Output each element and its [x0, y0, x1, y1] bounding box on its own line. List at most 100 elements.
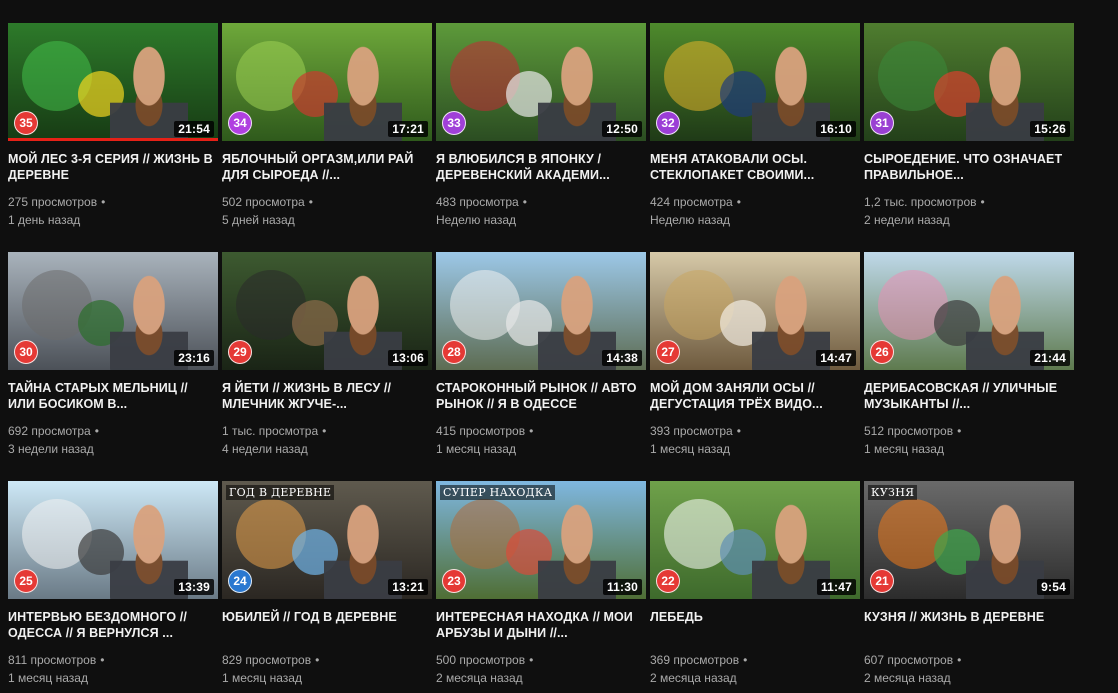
video-duration: 14:38	[602, 350, 642, 366]
video-meta: ДЕРИБАСОВСКАЯ // УЛИЧНЫЕ МУЗЫКАНТЫ //...…	[864, 370, 1074, 458]
separator-dot: •	[308, 195, 313, 209]
video-thumbnail[interactable]: 32 16:10	[650, 23, 860, 141]
video-thumbnail[interactable]: 29 13:06	[222, 252, 432, 370]
video-card[interactable]: 28 14:38 СТАРОКОННЫЙ РЫНОК // АВТО РЫНОК…	[436, 252, 646, 481]
video-card[interactable]: 34 17:21 ЯБЛОЧНЫЙ ОРГАЗМ,ИЛИ РАЙ ДЛЯ СЫР…	[222, 23, 432, 252]
view-count: 483 просмотра	[436, 195, 519, 209]
separator-dot: •	[101, 195, 106, 209]
separator-dot: •	[980, 195, 985, 209]
video-thumbnail[interactable]: КУЗНЯ 21 9:54	[864, 481, 1074, 599]
episode-number-badge: 24	[228, 569, 252, 593]
episode-number-badge: 22	[656, 569, 680, 593]
episode-number-badge: 26	[870, 340, 894, 364]
video-thumbnail[interactable]: 34 17:21	[222, 23, 432, 141]
video-title[interactable]: КУЗНЯ // ЖИЗНЬ В ДЕРЕВНЕ	[864, 609, 1074, 641]
view-count: 415 просмотров	[436, 424, 526, 438]
video-card[interactable]: 25 13:39 ИНТЕРВЬЮ БЕЗДОМНОГО // ОДЕССА /…	[8, 481, 218, 693]
view-count: 502 просмотра	[222, 195, 305, 209]
view-count: 393 просмотра	[650, 424, 733, 438]
video-title[interactable]: МЕНЯ АТАКОВАЛИ ОСЫ. СТЕКЛОПАКЕТ СВОИМИ..…	[650, 151, 860, 183]
video-title[interactable]: ТАЙНА СТАРЫХ МЕЛЬНИЦ // ИЛИ БОСИКОМ В...	[8, 380, 218, 412]
video-card[interactable]: 27 14:47 МОЙ ДОМ ЗАНЯЛИ ОСЫ // ДЕГУСТАЦИ…	[650, 252, 860, 481]
video-duration: 21:44	[1030, 350, 1070, 366]
video-thumbnail[interactable]: ГОД В ДЕРЕВНЕ 24 13:21	[222, 481, 432, 599]
video-duration: 13:21	[388, 579, 428, 595]
video-meta: ЯБЛОЧНЫЙ ОРГАЗМ,ИЛИ РАЙ ДЛЯ СЫРОЕДА //..…	[222, 141, 432, 229]
video-meta: ЛЕБЕДЬ 369 просмотров • 2 месяца назад	[650, 599, 860, 687]
video-duration: 11:30	[602, 579, 642, 595]
video-thumbnail[interactable]: 25 13:39	[8, 481, 218, 599]
video-meta: СЫРОЕДЕНИЕ. ЧТО ОЗНАЧАЕТ ПРАВИЛЬНОЕ... 1…	[864, 141, 1074, 229]
separator-dot: •	[957, 653, 962, 667]
video-card[interactable]: 35 21:54 МОЙ ЛЕС 3-я СЕРИЯ // ЖИЗНЬ В ДЕ…	[8, 23, 218, 252]
video-card[interactable]: 30 23:16 ТАЙНА СТАРЫХ МЕЛЬНИЦ // ИЛИ БОС…	[8, 252, 218, 481]
upload-age: 5 дней назад	[222, 213, 295, 227]
video-card[interactable]: 32 16:10 МЕНЯ АТАКОВАЛИ ОСЫ. СТЕКЛОПАКЕТ…	[650, 23, 860, 252]
video-thumbnail[interactable]: 26 21:44	[864, 252, 1074, 370]
view-count: 1,2 тыс. просмотров	[864, 195, 977, 209]
episode-number-badge: 21	[870, 569, 894, 593]
video-thumbnail[interactable]: 27 14:47	[650, 252, 860, 370]
upload-age: 2 месяца назад	[864, 671, 951, 685]
video-stats: 483 просмотра • Неделю назад	[436, 193, 646, 229]
video-card[interactable]: 29 13:06 Я ЙЕТИ // ЖИЗНЬ В ЛЕСУ // МЛЕЧН…	[222, 252, 432, 481]
video-card[interactable]: ГОД В ДЕРЕВНЕ 24 13:21 ЮБИЛЕЙ // ГОД В Д…	[222, 481, 432, 693]
video-duration: 13:39	[174, 579, 214, 595]
video-duration: 12:50	[602, 121, 642, 137]
video-stats: 502 просмотра • 5 дней назад	[222, 193, 432, 229]
video-stats: 829 просмотров • 1 месяц назад	[222, 651, 432, 687]
video-title[interactable]: СТАРОКОННЫЙ РЫНОК // АВТО РЫНОК // Я В О…	[436, 380, 646, 412]
thumbnail-caption: СУПЕР НАХОДКА	[440, 485, 556, 500]
video-thumbnail[interactable]: 30 23:16	[8, 252, 218, 370]
video-title[interactable]: ДЕРИБАСОВСКАЯ // УЛИЧНЫЕ МУЗЫКАНТЫ //...	[864, 380, 1074, 412]
video-stats: 512 просмотров • 1 месяц назад	[864, 422, 1074, 458]
video-title[interactable]: МОЙ ДОМ ЗАНЯЛИ ОСЫ // ДЕГУСТАЦИЯ ТРЁХ ВИ…	[650, 380, 860, 412]
video-thumbnail[interactable]: 28 14:38	[436, 252, 646, 370]
separator-dot: •	[957, 424, 962, 438]
upload-age: 2 месяца назад	[650, 671, 737, 685]
video-stats: 500 просмотров • 2 месяца назад	[436, 651, 646, 687]
video-stats: 607 просмотров • 2 месяца назад	[864, 651, 1074, 687]
video-title[interactable]: МОЙ ЛЕС 3-я СЕРИЯ // ЖИЗНЬ В ДЕРЕВНЕ	[8, 151, 218, 183]
episode-number-badge: 27	[656, 340, 680, 364]
episode-number-badge: 29	[228, 340, 252, 364]
separator-dot: •	[100, 653, 105, 667]
upload-age: 1 месяц назад	[436, 442, 516, 456]
episode-number-badge: 35	[14, 111, 38, 135]
video-card[interactable]: 31 15:26 СЫРОЕДЕНИЕ. ЧТО ОЗНАЧАЕТ ПРАВИЛ…	[864, 23, 1074, 252]
video-thumbnail[interactable]: 35 21:54	[8, 23, 218, 141]
video-thumbnail[interactable]: 22 11:47	[650, 481, 860, 599]
video-card[interactable]: 26 21:44 ДЕРИБАСОВСКАЯ // УЛИЧНЫЕ МУЗЫКА…	[864, 252, 1074, 481]
video-meta: КУЗНЯ // ЖИЗНЬ В ДЕРЕВНЕ 607 просмотров •…	[864, 599, 1074, 687]
video-title[interactable]: ИНТЕРВЬЮ БЕЗДОМНОГО // ОДЕССА // Я ВЕРНУ…	[8, 609, 218, 641]
video-title[interactable]: ЮБИЛЕЙ // ГОД В ДЕРЕВНЕ	[222, 609, 432, 641]
upload-age: 1 день назад	[8, 213, 81, 227]
video-thumbnail[interactable]: 31 15:26	[864, 23, 1074, 141]
video-duration: 16:10	[816, 121, 856, 137]
video-stats: 692 просмотра • 3 недели назад	[8, 422, 218, 458]
video-title[interactable]: СЫРОЕДЕНИЕ. ЧТО ОЗНАЧАЕТ ПРАВИЛЬНОЕ...	[864, 151, 1074, 183]
video-meta: ЮБИЛЕЙ // ГОД В ДЕРЕВНЕ 829 просмотров • …	[222, 599, 432, 687]
video-title[interactable]: ИНТЕРЕСНАЯ НАХОДКА // МОИ АРБУЗЫ И ДЫНИ …	[436, 609, 646, 641]
episode-number-badge: 32	[656, 111, 680, 135]
video-card[interactable]: КУЗНЯ 21 9:54 КУЗНЯ // ЖИЗНЬ В ДЕРЕВНЕ 6…	[864, 481, 1074, 693]
video-card[interactable]: СУПЕР НАХОДКА 23 11:30 ИНТЕРЕСНАЯ НАХОДК…	[436, 481, 646, 693]
video-card[interactable]: 33 12:50 Я ВЛЮБИЛСЯ В ЯПОНКУ / ДЕРЕВЕНСК…	[436, 23, 646, 252]
video-meta: ИНТЕРВЬЮ БЕЗДОМНОГО // ОДЕССА // Я ВЕРНУ…	[8, 599, 218, 687]
episode-number-badge: 28	[442, 340, 466, 364]
video-title[interactable]: Я ЙЕТИ // ЖИЗНЬ В ЛЕСУ // МЛЕЧНИК ЖГУЧЕ-…	[222, 380, 432, 412]
video-thumbnail[interactable]: 33 12:50	[436, 23, 646, 141]
video-meta: ТАЙНА СТАРЫХ МЕЛЬНИЦ // ИЛИ БОСИКОМ В...…	[8, 370, 218, 458]
separator-dot: •	[529, 653, 534, 667]
video-card[interactable]: 22 11:47 ЛЕБЕДЬ 369 просмотров • 2 месяца…	[650, 481, 860, 693]
video-title[interactable]: ЯБЛОЧНЫЙ ОРГАЗМ,ИЛИ РАЙ ДЛЯ СЫРОЕДА //..…	[222, 151, 432, 183]
video-meta: МОЙ ЛЕС 3-я СЕРИЯ // ЖИЗНЬ В ДЕРЕВНЕ 275…	[8, 141, 218, 229]
view-count: 275 просмотров	[8, 195, 98, 209]
separator-dot: •	[315, 653, 320, 667]
video-title[interactable]: Я ВЛЮБИЛСЯ В ЯПОНКУ / ДЕРЕВЕНСКИЙ АКАДЕМ…	[436, 151, 646, 183]
video-meta: МЕНЯ АТАКОВАЛИ ОСЫ. СТЕКЛОПАКЕТ СВОИМИ..…	[650, 141, 860, 229]
video-title[interactable]: ЛЕБЕДЬ	[650, 609, 860, 641]
video-meta: СТАРОКОННЫЙ РЫНОК // АВТО РЫНОК // Я В О…	[436, 370, 646, 458]
video-duration: 13:06	[388, 350, 428, 366]
video-thumbnail[interactable]: СУПЕР НАХОДКА 23 11:30	[436, 481, 646, 599]
